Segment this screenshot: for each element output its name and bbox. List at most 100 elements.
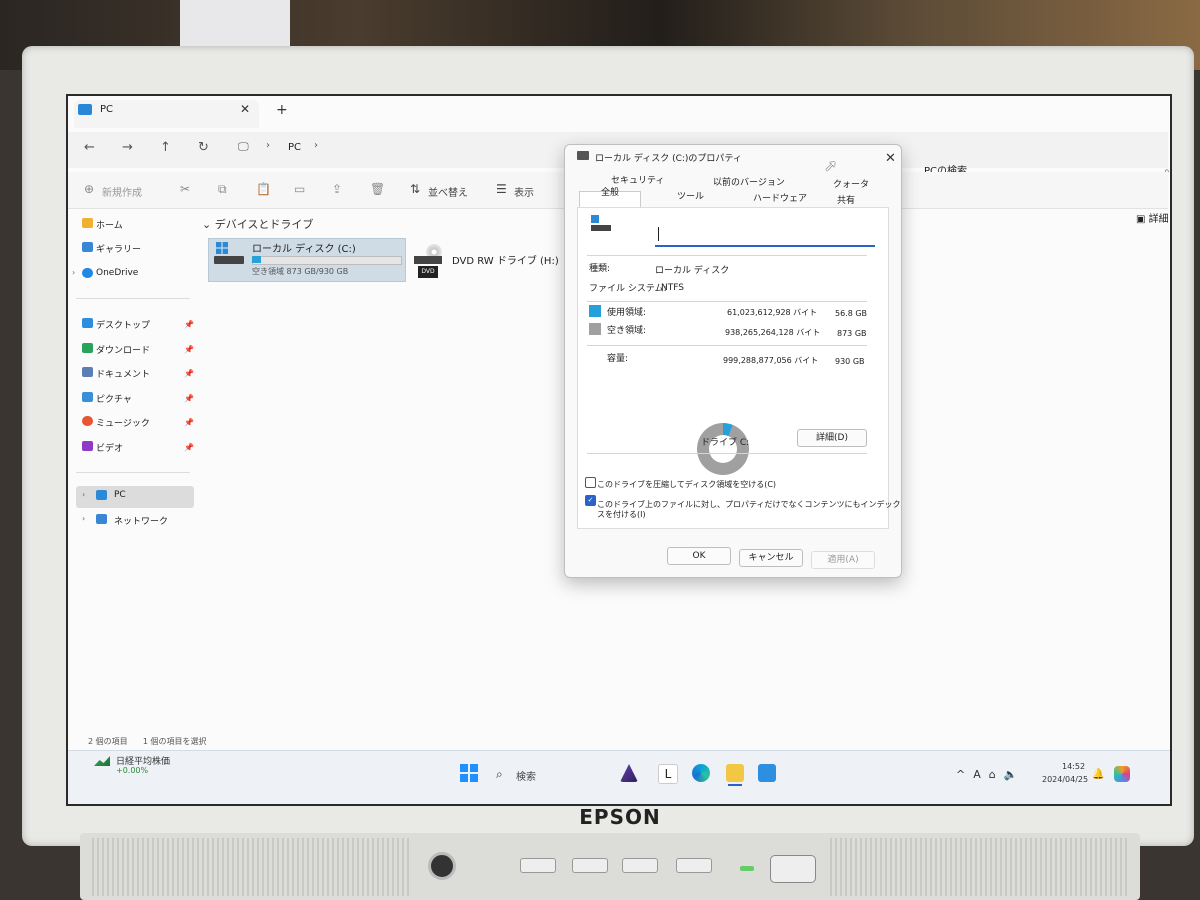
search-input[interactable]	[898, 136, 1166, 162]
sidebar-item-music[interactable]: ミュージック	[96, 416, 150, 429]
windows-start-icon[interactable]	[460, 764, 478, 782]
cloud-icon	[82, 268, 93, 278]
volume-icon[interactable]: 🔈	[1004, 768, 1026, 781]
apply-button[interactable]: 適用(A)	[811, 551, 875, 569]
mail-icon[interactable]	[758, 764, 776, 782]
disk-details-button[interactable]: 詳細(D)	[797, 429, 867, 447]
sort-icon: ⇅	[410, 182, 421, 196]
share-icon[interactable]: ⇪	[332, 182, 342, 196]
chevron-right-icon[interactable]: ›	[314, 140, 318, 151]
compress-label[interactable]: このドライブを圧縮してディスク領域を空ける(C)	[597, 479, 776, 490]
sidebar-item-downloads[interactable]: ダウンロード	[96, 343, 150, 356]
forward-icon[interactable]: →	[122, 140, 133, 155]
view-button[interactable]: 表示	[514, 184, 534, 199]
chevron-right-icon[interactable]: ›	[72, 268, 75, 277]
index-checkbox[interactable]: ✓	[585, 495, 596, 506]
sidebar-item-pc-selected[interactable]	[76, 486, 194, 508]
ime-icon[interactable]: A	[973, 768, 989, 781]
dialog-close-icon[interactable]: ✕	[885, 151, 896, 166]
rename-icon[interactable]: ▭	[294, 182, 305, 196]
monitor-input-button[interactable]	[676, 858, 712, 873]
section-title: デバイスとドライブ	[214, 218, 314, 231]
pin-icon[interactable]: 📌	[184, 394, 194, 403]
drive-name-input[interactable]	[655, 225, 875, 247]
drive-c-usage-bar	[252, 256, 402, 265]
up-icon[interactable]: ↑	[160, 140, 171, 155]
compress-checkbox[interactable]	[585, 477, 596, 488]
tab-general[interactable]: 全般	[601, 185, 619, 198]
drive-c-name: ローカル ディスク (C:)	[252, 244, 356, 255]
tab-quota[interactable]: クォータ	[833, 177, 869, 190]
properties-dialog: ローカル ディスク (C:)のプロパティ ✕ セキュリティ 以前のバージョン ク…	[564, 144, 902, 578]
notification-bell-icon[interactable]: 🔔	[1092, 769, 1104, 780]
monitor-power-button[interactable]	[770, 855, 816, 883]
pin-icon[interactable]: 📌	[184, 345, 194, 354]
close-tab-icon[interactable]: ✕	[240, 102, 250, 116]
new-tab-icon[interactable]: +	[276, 102, 288, 118]
dvd-drive-name[interactable]: DVD RW ドライブ (H:)	[452, 252, 559, 267]
download-icon	[82, 343, 93, 353]
cancel-button[interactable]: キャンセル	[739, 549, 803, 567]
divider	[587, 345, 867, 346]
section-header[interactable]: ⌄ デバイスとドライブ	[202, 216, 313, 232]
back-icon[interactable]: ←	[84, 140, 95, 155]
sidebar-item-videos[interactable]: ビデオ	[96, 441, 123, 454]
sidebar-item-onedrive[interactable]: OneDrive	[96, 268, 138, 278]
cut-icon[interactable]: ✂	[180, 182, 190, 196]
status-bar: 2 個の項目 1 個の項目を選択	[88, 736, 207, 747]
sidebar-item-home[interactable]: ホーム	[96, 218, 123, 231]
index-label-line2[interactable]: スを付ける(I)	[597, 509, 646, 520]
network-icon[interactable]: ⌂	[989, 768, 1004, 781]
clock-time[interactable]: 14:52	[1062, 762, 1085, 771]
power-led	[740, 866, 754, 871]
videos-icon	[82, 441, 93, 451]
monitor-menu-button[interactable]	[520, 858, 556, 873]
ok-button[interactable]: OK	[667, 547, 731, 565]
monitor-down-button[interactable]	[572, 858, 608, 873]
new-button[interactable]: 新規作成	[102, 184, 142, 199]
tab-title: PC	[100, 104, 114, 115]
details-pane-icon: ▣	[1136, 214, 1149, 225]
free-space-label: 空き領域:	[607, 326, 647, 336]
pin-icon[interactable]: 📌	[184, 418, 194, 427]
tab-sharing[interactable]: 共有	[837, 193, 855, 206]
sidebar-item-pc[interactable]: PC	[114, 490, 126, 500]
tab-hardware[interactable]: ハードウェア	[753, 191, 807, 204]
file-explorer-icon[interactable]	[726, 764, 744, 782]
paste-icon[interactable]: 📋	[256, 182, 271, 196]
copy-icon[interactable]: ⧉	[218, 182, 227, 197]
pin-icon[interactable]: 📌	[184, 443, 194, 452]
refresh-icon[interactable]: ↻	[198, 140, 209, 155]
sidebar-item-documents[interactable]: ドキュメント	[96, 367, 150, 380]
details-button[interactable]: ▣ 詳細	[1136, 210, 1169, 225]
hard-drive-icon	[214, 242, 244, 266]
sidebar-item-network[interactable]: ネットワーク	[114, 514, 168, 527]
sort-button[interactable]: 並べ替え	[428, 184, 468, 199]
clock-date[interactable]: 2024/04/25	[1042, 775, 1088, 784]
sidebar-item-pictures[interactable]: ピクチャ	[96, 392, 132, 405]
chevron-up-icon[interactable]: ^	[956, 768, 973, 781]
app-icon-l[interactable]: L	[658, 764, 678, 784]
sidebar-item-desktop[interactable]: デスクトップ	[96, 318, 150, 331]
delete-icon[interactable]: 🗑	[370, 182, 385, 196]
system-tray[interactable]: ^A⌂🔈	[956, 768, 1025, 781]
tab-tools[interactable]: ツール	[677, 189, 704, 202]
tab-previous-versions[interactable]: 以前のバージョン	[713, 175, 785, 188]
breadcrumb-pc[interactable]: PC	[288, 142, 301, 153]
mouse-cursor-icon: ➚	[824, 156, 838, 175]
tab-security[interactable]: セキュリティ	[611, 173, 664, 186]
monitor-up-button[interactable]	[622, 858, 658, 873]
taskbar-search-icon[interactable]: ⌕	[496, 767, 503, 782]
pin-icon[interactable]: 📌	[184, 320, 194, 329]
taskbar-search-label[interactable]: 検索	[516, 768, 536, 783]
edge-icon[interactable]	[692, 764, 710, 782]
chevron-right-icon[interactable]: ›	[82, 514, 85, 523]
pin-icon[interactable]: 📌	[184, 369, 194, 378]
speaker-grille-right	[830, 838, 1130, 896]
widget-value: +0.00%	[116, 766, 149, 775]
chevron-right-icon[interactable]: ›	[82, 490, 85, 499]
copilot-icon[interactable]	[1114, 766, 1130, 782]
drive-label: ドライブ C:	[701, 438, 750, 448]
sidebar-item-gallery[interactable]: ギャラリー	[96, 242, 141, 255]
address-bar[interactable]	[230, 136, 570, 162]
